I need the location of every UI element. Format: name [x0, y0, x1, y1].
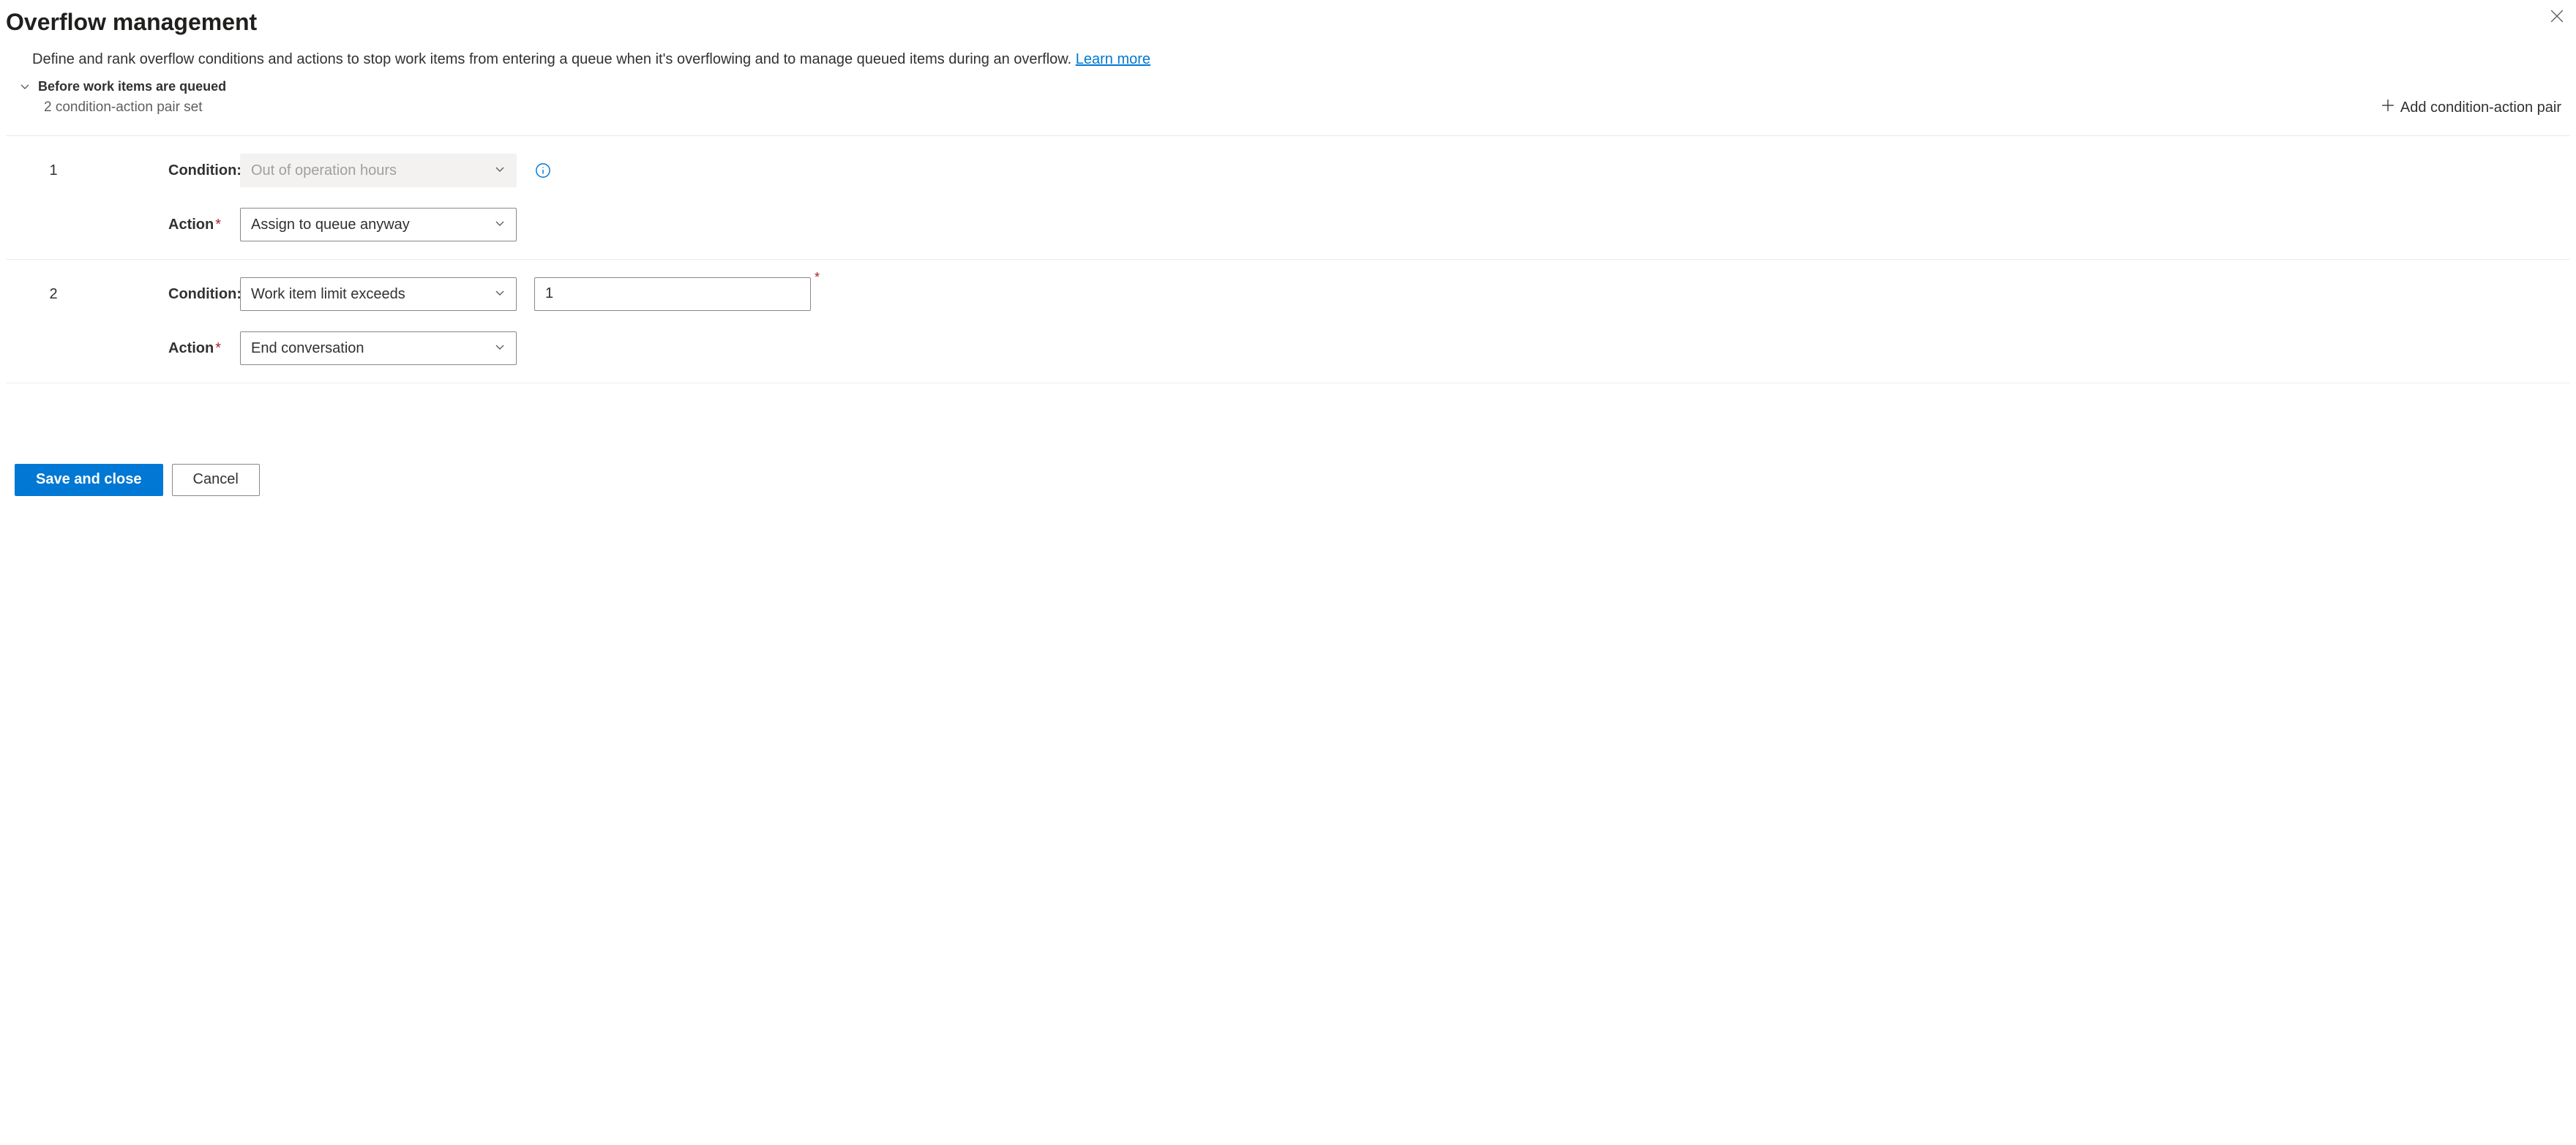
action-label: Action*: [101, 338, 240, 358]
plus-icon: [2381, 97, 2395, 118]
action-select[interactable]: End conversation: [240, 331, 517, 365]
condition-action-pair: 1 Condition:* Out of operation hours: [6, 136, 2570, 259]
action-value: End conversation: [251, 338, 364, 358]
save-button[interactable]: Save and close: [15, 464, 163, 496]
action-label-text: Action: [168, 217, 214, 233]
condition-select: Out of operation hours: [240, 154, 517, 187]
required-mark: *: [815, 269, 820, 287]
limit-input[interactable]: [534, 277, 811, 311]
learn-more-link[interactable]: Learn more: [1076, 51, 1150, 67]
required-mark: *: [215, 340, 221, 356]
cancel-button[interactable]: Cancel: [172, 464, 260, 496]
required-mark: *: [215, 217, 221, 233]
condition-label-text: Condition:: [168, 162, 242, 179]
info-icon[interactable]: [534, 162, 552, 179]
action-label-text: Action: [168, 340, 214, 356]
chevron-down-icon[interactable]: [19, 80, 31, 92]
add-condition-action-button[interactable]: Add condition-action pair: [2381, 97, 2561, 118]
description-text: Define and rank overflow conditions and …: [32, 51, 1076, 67]
chevron-down-icon: [494, 214, 506, 235]
action-label: Action*: [101, 214, 240, 235]
condition-select[interactable]: Work item limit exceeds: [240, 277, 517, 311]
action-value: Assign to queue anyway: [251, 214, 410, 235]
close-button[interactable]: [2544, 6, 2570, 32]
condition-value: Work item limit exceeds: [251, 284, 405, 304]
add-pair-label: Add condition-action pair: [2400, 97, 2561, 118]
condition-label: Condition:*: [101, 160, 240, 181]
pair-index: 2: [6, 284, 101, 304]
condition-action-pair: 2 Condition:* Work item limit exceeds * …: [6, 260, 2570, 383]
close-icon: [2550, 10, 2564, 29]
condition-value: Out of operation hours: [251, 160, 397, 181]
page-title: Overflow management: [6, 6, 257, 39]
action-select[interactable]: Assign to queue anyway: [240, 208, 517, 241]
page-description: Define and rank overflow conditions and …: [32, 49, 2512, 70]
section-title: Before work items are queued: [38, 78, 226, 96]
condition-label: Condition:*: [101, 284, 240, 304]
condition-label-text: Condition:: [168, 286, 242, 302]
pair-index: 1: [6, 160, 101, 181]
chevron-down-icon: [494, 338, 506, 358]
chevron-down-icon: [494, 284, 506, 304]
section-subtitle: 2 condition-action pair set: [44, 98, 203, 118]
chevron-down-icon: [494, 160, 506, 181]
